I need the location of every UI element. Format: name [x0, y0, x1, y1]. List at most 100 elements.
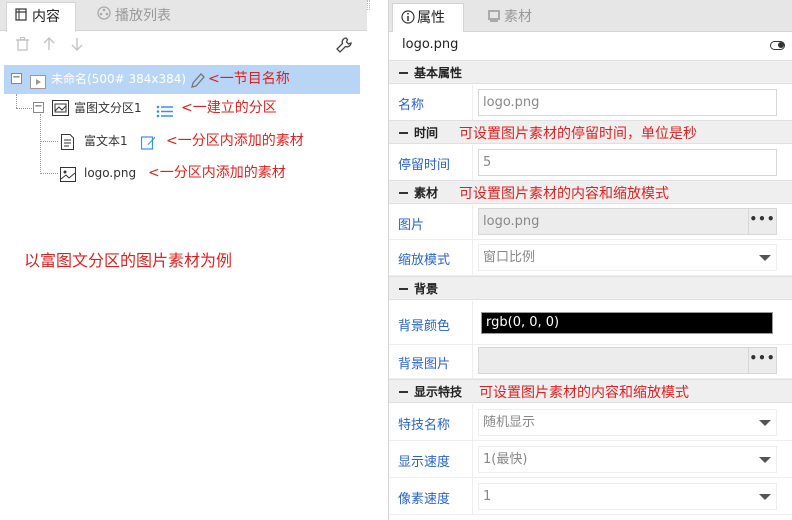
prop-bg-image: 背景图片 •••	[389, 345, 792, 379]
prop-display-speed: 显示速度 1(最快)	[389, 441, 792, 478]
annotation-effects: 可设置图片素材的内容和缩放模式	[479, 385, 689, 401]
prop-image: 图片 logo.png •••	[389, 205, 792, 240]
prop-name-label: 名称	[398, 98, 425, 113]
annotation-material: 可设置图片素材的内容和缩放模式	[459, 186, 669, 202]
section-basic[interactable]: 基本属性	[389, 60, 792, 84]
info-icon	[401, 6, 415, 34]
tree-item-section[interactable]: − 富图文分区1 <一建立的分区	[0, 94, 360, 122]
panel-splitter[interactable]	[367, 0, 389, 520]
tab-material[interactable]: 素材	[479, 3, 549, 32]
section-effects-title: 显示特技	[414, 385, 463, 399]
effect-name-value: 随机显示	[483, 415, 536, 430]
annotation-item-2: <一分区内添加的素材	[148, 165, 286, 181]
collapse-toggle[interactable]: −	[33, 102, 44, 113]
tab-playlist-label: 播放列表	[115, 8, 171, 24]
edit-icon[interactable]	[140, 133, 156, 161]
collapse-icon[interactable]	[399, 132, 408, 134]
prop-stay-time-label: 停留时间	[398, 158, 451, 173]
example-note: 以富图文分区的图片素材为例	[24, 251, 233, 270]
zoom-mode-value: 窗口比例	[483, 250, 536, 265]
pixel-speed-select[interactable]: 1	[478, 483, 777, 510]
arrow-down-icon[interactable]	[71, 37, 83, 55]
section-time-title: 时间	[414, 126, 439, 140]
playlist-icon	[96, 2, 112, 30]
collapse-icon[interactable]	[399, 192, 408, 194]
tree-item-logo[interactable]: logo.png <一分区内添加的素材	[0, 159, 360, 187]
display-speed-select[interactable]: 1(最快)	[478, 446, 777, 473]
image-field[interactable]: logo.png •••	[478, 208, 777, 235]
prop-pixel-speed-label: 像素速度	[398, 492, 451, 507]
bg-image-field[interactable]: •••	[478, 347, 777, 374]
tab-content-label: 内容	[32, 9, 60, 25]
collapse-icon[interactable]	[399, 288, 408, 290]
display-speed-value: 1(最快)	[483, 452, 528, 467]
prop-display-speed-label: 显示速度	[398, 455, 451, 470]
program-name: 未命名(500# 384x384)	[51, 72, 187, 86]
chevron-down-icon	[759, 457, 771, 463]
prop-name: 名称 logo.png	[389, 85, 792, 121]
annotation-program: <一节目名称	[208, 71, 290, 87]
tree-item-program[interactable]: − 未命名(500# 384x384) <一节目名称	[4, 65, 360, 94]
prop-stay-time: 停留时间 5	[389, 145, 792, 181]
annotation-section: <一建立的分区	[181, 100, 277, 116]
section-basic-title: 基本属性	[414, 66, 463, 80]
section-effects[interactable]: 显示特技 可设置图片素材的内容和缩放模式	[389, 379, 792, 403]
chevron-down-icon	[759, 494, 771, 500]
effect-name-select[interactable]: 随机显示	[478, 409, 777, 436]
prop-effect-name-label: 特技名称	[398, 418, 451, 433]
prop-effect-name: 特技名称 随机显示	[389, 404, 792, 441]
section-background[interactable]: 背景	[389, 276, 792, 300]
tree-item-richtext[interactable]: 富文本1 <一分区内添加的素材	[0, 127, 360, 155]
section-material-title: 素材	[414, 186, 439, 200]
tab-content[interactable]: 内容	[6, 2, 76, 32]
prop-bg-image-label: 背景图片	[398, 357, 451, 372]
image-section-icon	[52, 99, 69, 127]
stay-time-field[interactable]: 5	[478, 149, 777, 176]
prop-zoom-mode: 缩放模式 窗口比例	[389, 240, 792, 276]
collapse-toggle[interactable]: −	[11, 73, 22, 84]
prop-bg-color: 背景颜色 rgb(0, 0, 0)	[389, 301, 792, 345]
image-icon	[60, 165, 76, 193]
browse-button[interactable]: •••	[748, 348, 776, 373]
tab-properties[interactable]: 属性	[392, 3, 464, 33]
collapse-icon[interactable]	[399, 391, 408, 393]
properties-panel: 属性 素材 logo.png 基本属性 名称 logo.png 时间 可设置图片…	[389, 0, 792, 520]
section-name: 富图文分区1	[74, 101, 142, 115]
right-tab-bar: 属性 素材	[389, 0, 792, 33]
section-time[interactable]: 时间 可设置图片素材的停留时间，单位是秒	[389, 120, 792, 144]
arrow-up-icon[interactable]	[43, 37, 55, 55]
prop-zoom-mode-label: 缩放模式	[398, 253, 451, 268]
pixel-speed-value: 1	[483, 489, 492, 504]
section-background-title: 背景	[414, 282, 439, 296]
list-icon[interactable]	[156, 101, 174, 129]
tab-material-label: 素材	[504, 9, 532, 25]
left-tab-bar: 内容 播放列表	[0, 0, 367, 32]
toggle-icon[interactable]	[770, 41, 785, 50]
prop-image-label: 图片	[398, 218, 425, 233]
richtext-name: 富文本1	[84, 134, 128, 148]
wrench-icon[interactable]	[336, 37, 352, 57]
collapse-icon[interactable]	[399, 72, 408, 74]
annotation-item-1: <一分区内添加的素材	[166, 133, 304, 149]
logo-name: logo.png	[84, 166, 137, 180]
prop-pixel-speed: 像素速度 1	[389, 478, 792, 515]
image-field-value: logo.png	[483, 214, 540, 229]
zoom-mode-select[interactable]: 窗口比例	[478, 244, 777, 271]
delete-icon[interactable]	[16, 37, 29, 55]
chevron-down-icon	[759, 255, 771, 261]
tree-toolbar	[0, 31, 367, 59]
bg-color-field[interactable]: rgb(0, 0, 0)	[481, 312, 773, 334]
content-panel: 内容 播放列表 − 未命名(500# 384x384) <一节目名称 − 富图文…	[0, 0, 367, 210]
browse-button[interactable]: •••	[748, 209, 776, 234]
name-field[interactable]: logo.png	[478, 89, 777, 116]
prop-bg-color-label: 背景颜色	[398, 319, 451, 334]
tab-properties-label: 属性	[417, 10, 445, 26]
chevron-down-icon	[759, 420, 771, 426]
splitter-grip[interactable]	[367, 0, 370, 10]
content-icon	[13, 3, 29, 31]
file-name: logo.png	[402, 37, 459, 52]
annotation-time: 可设置图片素材的停留时间，单位是秒	[459, 126, 697, 142]
section-material[interactable]: 素材 可设置图片素材的内容和缩放模式	[389, 180, 792, 204]
material-icon	[487, 5, 501, 33]
tab-playlist[interactable]: 播放列表	[90, 2, 200, 31]
